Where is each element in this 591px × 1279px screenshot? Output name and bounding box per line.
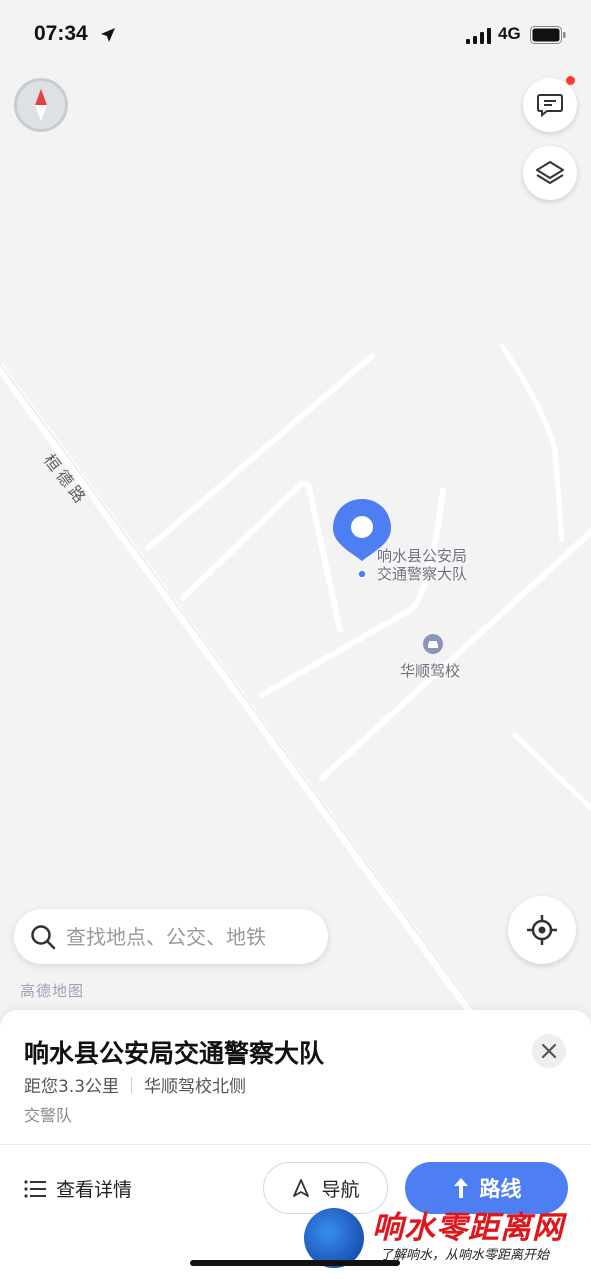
route-label: 路线 (479, 1177, 522, 1201)
watermark-subtitle: 了解响水，从响水零距离开始 (380, 1248, 550, 1263)
watermark: 响水零距离网 了解响水，从响水零距离开始 (300, 1200, 591, 1279)
home-indicator[interactable] (190, 1260, 400, 1266)
poi-label-line1: 响水县公安局 (377, 547, 468, 565)
place-location-hint: 华顺驾校北侧 (144, 1077, 247, 1097)
crosshair-icon (527, 915, 557, 945)
map-roads (0, 343, 591, 1040)
navigation-arrow-icon (293, 1179, 310, 1197)
driving-school-icon[interactable] (423, 634, 443, 654)
network-type: 4G (498, 24, 521, 43)
status-time: 07:34 (34, 22, 88, 45)
location-arrow-icon (101, 28, 115, 42)
chat-icon (537, 94, 563, 118)
message-button[interactable] (523, 76, 577, 132)
close-icon (542, 1044, 556, 1058)
battery-icon (530, 26, 566, 44)
watermark-logo-icon (304, 1208, 364, 1268)
poi-label[interactable]: 响水县公安局 交通警察大队 (377, 547, 467, 583)
status-bar: 07:34 4G (0, 0, 591, 70)
signal-icon (466, 28, 491, 44)
list-icon (24, 1179, 46, 1198)
meta-divider (131, 1076, 133, 1093)
place-distance: 距您3.3公里 (24, 1077, 120, 1097)
search-icon (31, 924, 56, 949)
place-title: 响水县公安局交通警察大队 (24, 1039, 325, 1068)
view-details-button[interactable]: 查看详情 (24, 1175, 132, 1202)
watermark-title: 响水零距离网 (372, 1210, 564, 1246)
compass-icon (35, 89, 47, 121)
poi-label-line2: 交通警察大队 (377, 565, 468, 583)
notification-dot (566, 76, 575, 85)
place-meta: 距您3.3公里 华顺驾校北侧 (24, 1072, 246, 1097)
map-view[interactable]: 桓德路 响水县公安局 交通警察大队 华顺驾校 查找地点、公交、地铁 高德地图 (0, 0, 591, 1040)
locate-me-button[interactable] (508, 896, 576, 964)
close-button[interactable] (532, 1034, 566, 1068)
layers-icon (536, 161, 564, 184)
sheet-divider (0, 1144, 591, 1145)
view-details-label: 查看详情 (56, 1179, 133, 1201)
compass-button[interactable] (14, 78, 68, 132)
route-arrow-icon (453, 1178, 468, 1198)
layers-button[interactable] (523, 146, 577, 200)
map-brand-logo: 高德地图 (20, 982, 85, 1000)
search-bar[interactable] (14, 909, 328, 964)
search-input[interactable] (66, 924, 316, 949)
navigate-label: 导航 (321, 1178, 360, 1201)
nearby-poi-label[interactable]: 华顺驾校 (400, 660, 460, 681)
place-category: 交警队 (24, 1106, 73, 1125)
